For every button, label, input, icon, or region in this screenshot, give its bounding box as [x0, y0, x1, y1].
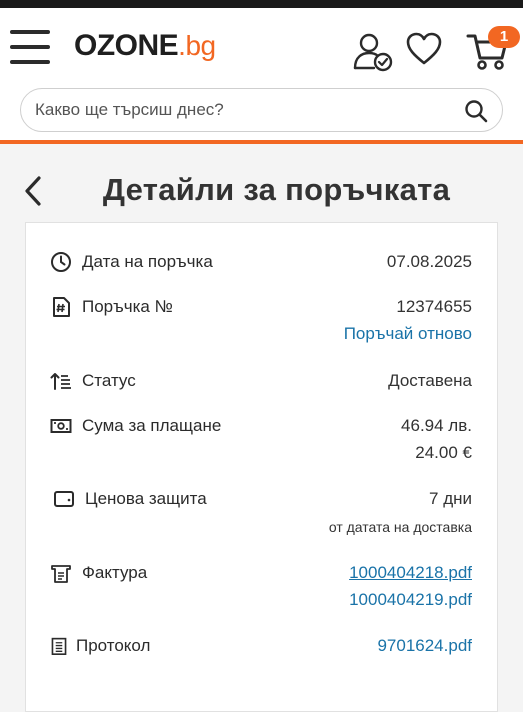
search-bar [0, 78, 523, 140]
clock-icon [51, 252, 71, 272]
amount-eur-value: 24.00 € [415, 443, 472, 462]
page-title: Детайли за поръчката [102, 172, 451, 207]
status-label: Статус [50, 370, 136, 392]
user-check-icon[interactable] [352, 32, 394, 72]
order-date-label: Дата на поръчка [50, 251, 213, 273]
banknote-icon [50, 419, 72, 433]
price-protection-label: Ценова защита [50, 488, 207, 510]
status-value: Доставена [388, 371, 472, 390]
cart-count-badge: 1 [488, 26, 520, 48]
reorder-link[interactable]: Поръчай отново [344, 324, 472, 344]
document-hash-icon [53, 297, 70, 317]
status-text: Статус [82, 371, 136, 390]
menu-icon[interactable] [10, 30, 50, 64]
site-logo[interactable]: OZONE.bg [74, 26, 216, 66]
site-header: OZONE.bg 1 [0, 8, 523, 78]
order-number-label: Поръчка № [50, 296, 173, 318]
heart-icon[interactable] [406, 32, 442, 66]
receipt-icon [51, 565, 71, 583]
search-input[interactable] [21, 89, 502, 131]
wallet-icon [54, 491, 74, 507]
search-icon[interactable] [464, 99, 488, 123]
clipboard-list-icon [51, 637, 67, 655]
order-number-value: 12374655 [396, 297, 472, 316]
invoice-file-link-1[interactable]: 1000404218.pdf [349, 563, 472, 583]
price-protection-value: 7 дни [429, 489, 472, 508]
invoice-file-link-2[interactable]: 1000404219.pdf [349, 590, 472, 610]
amount-label: Сума за плащане [50, 415, 221, 437]
order-number-text: Поръчка № [82, 297, 173, 316]
protocol-text: Протокол [76, 636, 151, 655]
order-date-text: Дата на поръчка [82, 252, 213, 271]
order-date-value: 07.08.2025 [386, 252, 472, 271]
amount-text: Сума за плащане [82, 416, 222, 435]
amount-bgn-value: 46.94 лв. [401, 416, 472, 435]
protocol-file-link[interactable]: 9701624.pdf [377, 636, 472, 656]
page-title-row: Детайли за поръчката [0, 144, 523, 220]
protocol-label: Протокол [50, 635, 150, 657]
price-protection-note: от датата на доставка [328, 519, 472, 535]
top-bar [0, 0, 523, 8]
invoice-label: Фактура [50, 562, 147, 584]
price-protection-text: Ценова защита [85, 489, 207, 508]
search-box [20, 88, 503, 132]
order-details-card: Дата на поръчка 07.08.2025 Поръчка № 123… [25, 222, 498, 712]
invoice-text: Фактура [82, 563, 148, 582]
sort-status-icon [50, 373, 71, 390]
